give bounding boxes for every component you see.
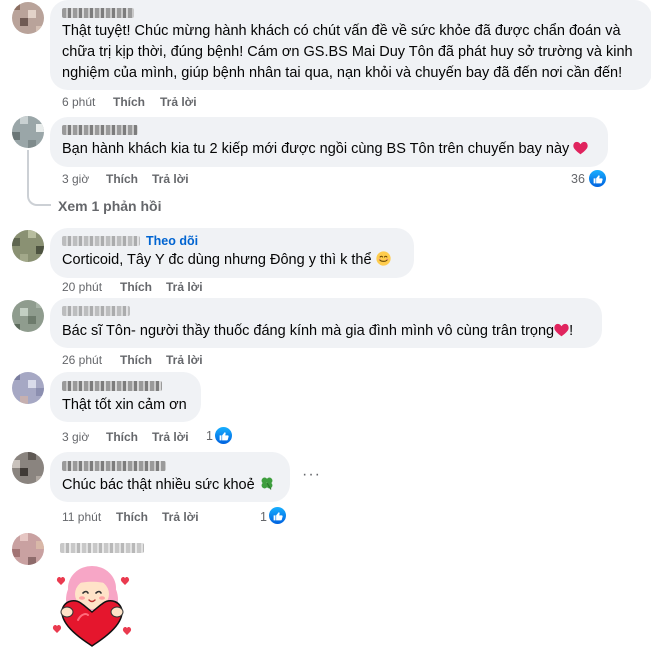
like-button[interactable]: Thích xyxy=(106,172,138,186)
view-replies-link[interactable]: Xem 1 phản hồi xyxy=(58,198,161,214)
commenter-name[interactable] xyxy=(60,543,144,553)
commenter-name[interactable] xyxy=(62,236,140,246)
reply-button[interactable]: Trả lời xyxy=(160,95,197,109)
comment-time[interactable]: 6 phút xyxy=(62,95,95,109)
like-button[interactable]: Thích xyxy=(113,95,145,109)
commenter-name[interactable] xyxy=(62,306,130,316)
comment-text: Bạn hành khách kia tu 2 kiếp mới được ng… xyxy=(62,139,588,162)
avatar[interactable] xyxy=(12,300,44,332)
comment-time[interactable]: 20 phút xyxy=(62,280,102,294)
reply-button[interactable]: Trả lời xyxy=(152,430,189,444)
comment-time[interactable]: 3 giờ xyxy=(62,172,89,186)
reply-button[interactable]: Trả lời xyxy=(166,353,203,367)
comment-time[interactable]: 3 giờ xyxy=(62,430,89,444)
like-button[interactable]: Thích xyxy=(120,353,152,367)
reaction-count[interactable]: 1 xyxy=(260,510,267,524)
comment-time[interactable]: 26 phút xyxy=(62,353,102,367)
comment-text: Thật tốt xin cảm ơn xyxy=(62,397,187,413)
comment-text: Chúc bác thật nhiều sức khoẻ xyxy=(62,475,275,498)
reaction-count[interactable]: 1 xyxy=(206,429,213,443)
comment-text: Thật tuyệt! Chúc mừng hành khách có chút… xyxy=(62,23,633,81)
avatar[interactable] xyxy=(12,452,44,484)
comment-text: Corticoid, Tây Y đc dùng nhưng Đông y th… xyxy=(62,250,391,273)
red-heart-icon xyxy=(554,323,569,344)
red-heart-icon xyxy=(573,141,588,162)
comment-text: Bác sĩ Tôn- người thầy thuốc đáng kính m… xyxy=(62,321,573,344)
comment-time[interactable]: 11 phút xyxy=(62,510,101,524)
avatar[interactable] xyxy=(12,116,44,148)
reply-button[interactable]: Trả lời xyxy=(162,510,199,524)
reaction-count[interactable]: 36 xyxy=(571,172,585,186)
follow-button[interactable]: Theo dõi xyxy=(146,234,198,248)
like-button[interactable]: Thích xyxy=(120,280,152,294)
reply-button[interactable]: Trả lời xyxy=(166,280,203,294)
commenter-name[interactable] xyxy=(62,125,138,135)
thread-connector xyxy=(27,190,51,206)
commenter-name[interactable] xyxy=(62,461,166,471)
four-leaf-clover-icon xyxy=(259,475,275,498)
avatar[interactable] xyxy=(12,533,44,565)
avatar[interactable] xyxy=(12,372,44,404)
commenter-name[interactable] xyxy=(62,8,134,18)
reply-button[interactable]: Trả lời xyxy=(152,172,189,186)
like-button[interactable]: Thích xyxy=(106,430,138,444)
thread-line xyxy=(27,150,29,194)
like-reaction-icon[interactable] xyxy=(267,505,288,526)
like-reaction-icon[interactable] xyxy=(213,425,234,446)
avatar[interactable] xyxy=(12,230,44,262)
girl-hugging-heart-sticker[interactable] xyxy=(50,560,135,647)
avatar[interactable] xyxy=(12,2,44,34)
like-button[interactable]: Thích xyxy=(116,510,148,524)
smiling-face-icon xyxy=(375,251,391,273)
more-options-icon[interactable]: ··· xyxy=(302,466,321,484)
like-reaction-icon[interactable] xyxy=(587,168,608,189)
commenter-name[interactable] xyxy=(62,381,162,391)
